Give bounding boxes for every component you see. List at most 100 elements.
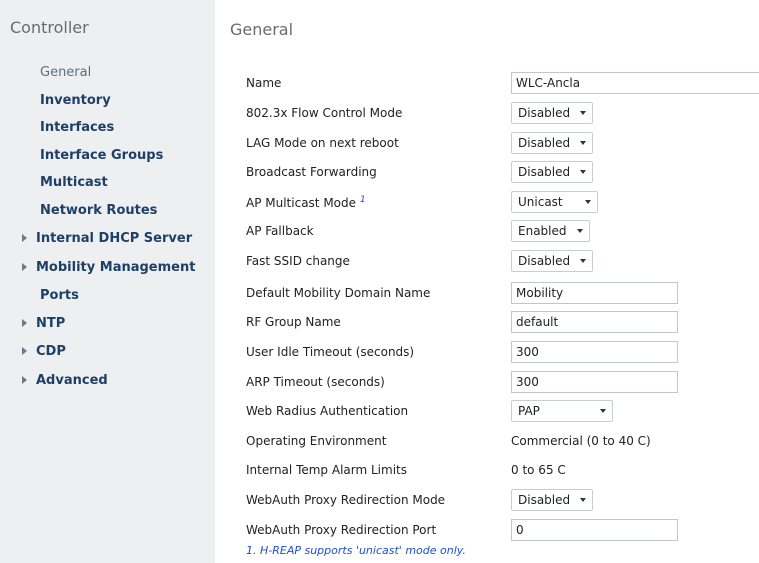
field-label-text: AP Multicast Mode xyxy=(246,196,357,210)
broadcast-forwarding-select[interactable]: Disabled xyxy=(511,161,594,183)
ap-multicast-mode-select[interactable]: Unicast xyxy=(511,191,598,213)
field-label: AP Multicast Mode 1 xyxy=(246,195,366,210)
sidebar-item-label: Internal DHCP Server xyxy=(36,231,193,246)
chevron-down-icon xyxy=(580,170,587,174)
field-row-mobility-domain: Default Mobility Domain Name Mobility xyxy=(215,280,759,308)
sidebar-item-label: Mobility Management xyxy=(36,260,196,275)
webauth-proxy-mode-select[interactable]: Disabled xyxy=(511,489,594,511)
temp-alarm-limits-value: 0 to 65 C xyxy=(511,463,566,477)
field-row-webauth-proxy-mode: WebAuth Proxy Redirection Mode Disabled xyxy=(215,487,759,515)
field-row-broadcast-forwarding: Broadcast Forwarding Disabled xyxy=(215,159,759,187)
user-idle-timeout-input[interactable]: 300 xyxy=(511,341,678,363)
lag-mode-select[interactable]: Disabled xyxy=(511,132,594,154)
select-value: Enabled xyxy=(518,224,567,238)
expand-arrow-icon[interactable] xyxy=(22,318,27,327)
expand-arrow-icon[interactable] xyxy=(22,262,27,271)
sidebar-item-label: Interfaces xyxy=(40,120,115,135)
select-value: Disabled xyxy=(518,254,571,268)
field-label: ARP Timeout (seconds) xyxy=(246,375,385,389)
mobility-domain-input[interactable]: Mobility xyxy=(511,282,678,304)
name-input[interactable]: WLC-Ancla xyxy=(511,72,759,94)
field-row-temp-alarm-limits: Internal Temp Alarm Limits 0 to 65 C xyxy=(215,457,759,485)
field-row-web-radius-auth: Web Radius Authentication PAP xyxy=(215,398,759,426)
field-label: 802.3x Flow Control Mode xyxy=(246,106,403,120)
rf-group-input[interactable]: default xyxy=(511,311,678,333)
sidebar-item-network-routes[interactable]: Network Routes xyxy=(40,200,157,222)
select-value: Disabled xyxy=(518,106,571,120)
arp-timeout-input[interactable]: 300 xyxy=(511,371,678,393)
field-row-name: Name WLC-Ancla xyxy=(215,70,759,98)
sidebar-item-label: Inventory xyxy=(40,93,111,108)
field-label: RF Group Name xyxy=(246,315,341,329)
sidebar-item-label: NTP xyxy=(36,316,66,331)
field-row-webauth-proxy-port: WebAuth Proxy Redirection Port 0 xyxy=(215,517,759,545)
field-label: Operating Environment xyxy=(246,434,387,448)
field-row-operating-environment: Operating Environment Commercial (0 to 4… xyxy=(215,428,759,456)
sidebar-item-label: Multicast xyxy=(40,175,108,190)
field-label: Internal Temp Alarm Limits xyxy=(246,463,407,477)
field-label: WebAuth Proxy Redirection Port xyxy=(246,523,437,537)
field-label: User Idle Timeout (seconds) xyxy=(246,345,415,359)
sidebar-item-label: Advanced xyxy=(36,373,108,388)
select-value: Unicast xyxy=(518,195,563,209)
flow-control-select[interactable]: Disabled xyxy=(511,102,594,124)
sidebar-item-advanced[interactable]: Advanced xyxy=(22,370,108,392)
chevron-down-icon xyxy=(580,498,587,502)
field-label: Web Radius Authentication xyxy=(246,404,409,418)
sidebar-item-mobility-management[interactable]: Mobility Management xyxy=(22,257,195,279)
field-row-ap-fallback: AP Fallback Enabled xyxy=(215,218,759,246)
chevron-down-icon xyxy=(580,111,587,115)
field-row-arp-timeout: ARP Timeout (seconds) 300 xyxy=(215,369,759,397)
field-label: Name xyxy=(246,76,282,90)
sidebar-item-label: Network Routes xyxy=(40,203,158,218)
field-label: AP Fallback xyxy=(246,224,314,238)
select-value: Disabled xyxy=(518,136,571,150)
sidebar-item-ntp[interactable]: NTP xyxy=(22,313,65,335)
field-label: LAG Mode on next reboot xyxy=(246,136,399,150)
footnote: 1. H-REAP supports 'unicast' mode only. xyxy=(246,544,466,557)
fast-ssid-select[interactable]: Disabled xyxy=(511,250,594,272)
page-title: General xyxy=(230,20,294,39)
field-row-ap-multicast-mode: AP Multicast Mode 1 Unicast xyxy=(215,189,759,217)
chevron-down-icon xyxy=(584,200,591,204)
sidebar-item-inventory[interactable]: Inventory xyxy=(40,90,111,112)
sidebar: Controller General Inventory Interfaces … xyxy=(0,0,215,563)
sidebar-item-label: CDP xyxy=(36,344,66,359)
field-label: Fast SSID change xyxy=(246,254,350,268)
chevron-down-icon xyxy=(600,409,606,413)
sidebar-item-interfaces[interactable]: Interfaces xyxy=(40,117,114,139)
sidebar-item-label: General xyxy=(40,65,92,80)
webauth-proxy-port-input[interactable]: 0 xyxy=(511,519,678,541)
expand-arrow-icon[interactable] xyxy=(22,233,27,242)
field-label: Default Mobility Domain Name xyxy=(246,286,431,300)
sidebar-item-multicast[interactable]: Multicast xyxy=(40,172,108,194)
chevron-down-icon xyxy=(576,229,583,233)
web-radius-auth-select[interactable]: PAP xyxy=(511,400,613,422)
main-panel: General Name WLC-Ancla 802.3x Flow Contr… xyxy=(215,0,759,563)
sidebar-item-label: Interface Groups xyxy=(40,148,164,163)
sidebar-item-general[interactable]: General xyxy=(40,62,91,84)
field-row-lag-mode: LAG Mode on next reboot Disabled xyxy=(215,130,759,158)
expand-arrow-icon[interactable] xyxy=(22,346,27,355)
ap-fallback-select[interactable]: Enabled xyxy=(511,220,590,242)
select-value: PAP xyxy=(518,404,540,418)
footnote-marker[interactable]: 1 xyxy=(360,195,366,205)
field-row-rf-group: RF Group Name default xyxy=(215,309,759,337)
select-value: Disabled xyxy=(518,493,571,507)
sidebar-title: Controller xyxy=(10,18,89,37)
chevron-down-icon xyxy=(580,141,587,145)
select-value: Disabled xyxy=(518,165,571,179)
field-row-flow-control: 802.3x Flow Control Mode Disabled xyxy=(215,100,759,128)
field-label: WebAuth Proxy Redirection Mode xyxy=(246,493,446,507)
field-row-user-idle-timeout: User Idle Timeout (seconds) 300 xyxy=(215,339,759,367)
field-label: Broadcast Forwarding xyxy=(246,165,377,179)
operating-environment-value: Commercial (0 to 40 C) xyxy=(511,434,651,448)
sidebar-item-interface-groups[interactable]: Interface Groups xyxy=(40,145,163,167)
field-row-fast-ssid: Fast SSID change Disabled xyxy=(215,248,759,276)
expand-arrow-icon[interactable] xyxy=(22,375,27,384)
chevron-down-icon xyxy=(580,259,587,263)
sidebar-item-ports[interactable]: Ports xyxy=(40,285,79,307)
sidebar-item-label: Ports xyxy=(40,288,79,303)
sidebar-item-cdp[interactable]: CDP xyxy=(22,341,66,363)
sidebar-item-internal-dhcp-server[interactable]: Internal DHCP Server xyxy=(22,228,192,250)
